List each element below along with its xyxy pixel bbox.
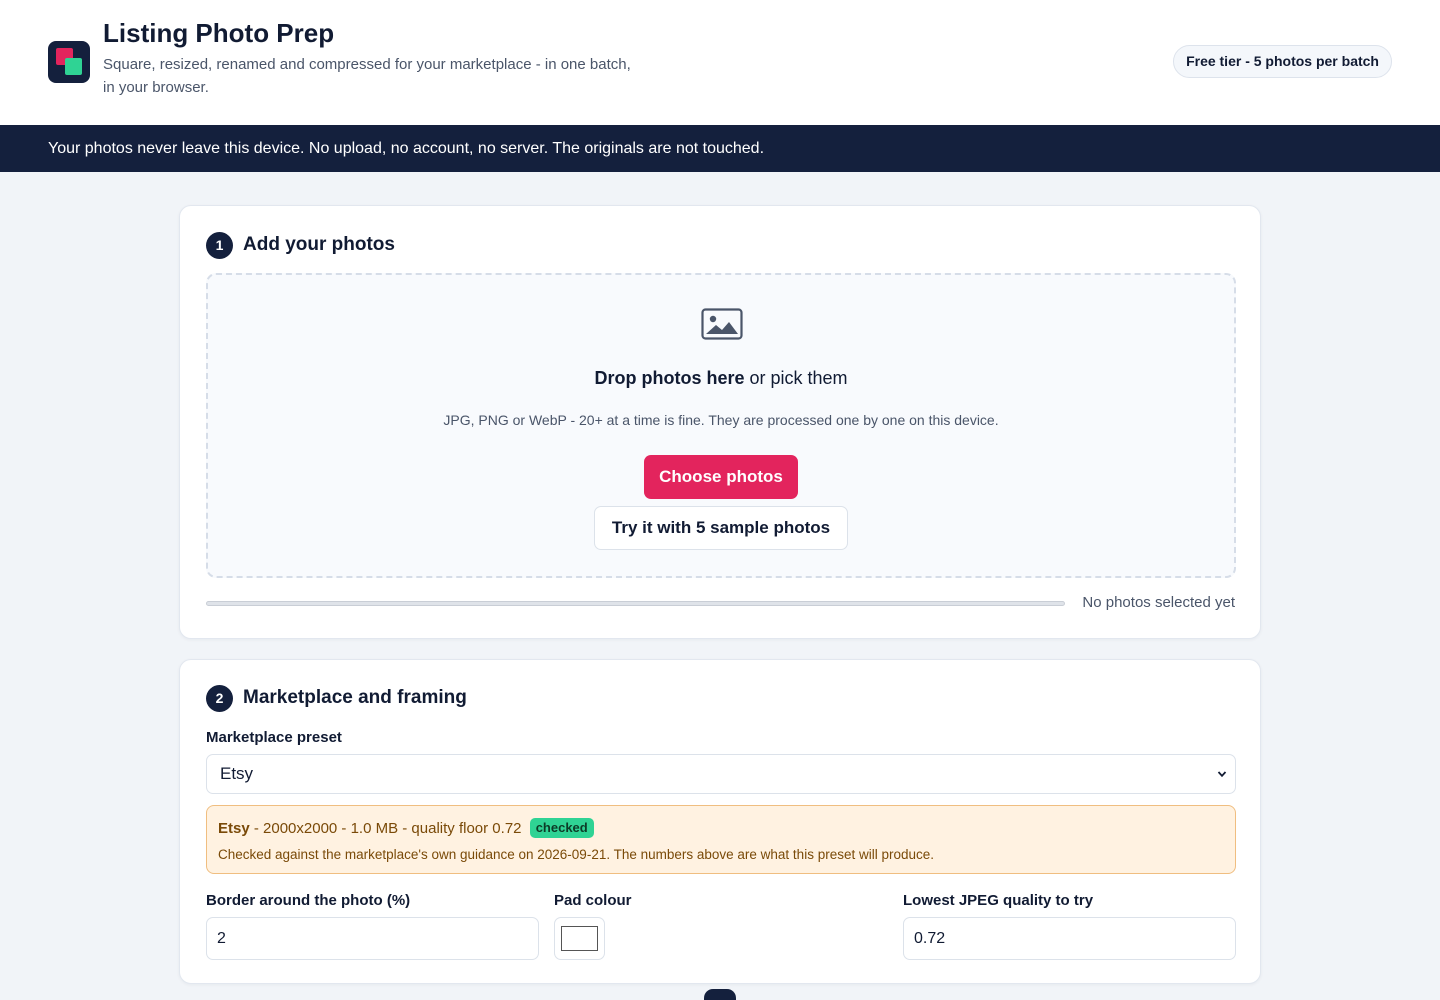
checked-badge: checked bbox=[529, 818, 594, 838]
sample-photos-button[interactable]: Try it with 5 sample photos bbox=[594, 506, 848, 550]
drop-instruction: Drop photos here or pick them bbox=[594, 368, 848, 388]
image-icon bbox=[701, 308, 743, 340]
pad-colour-picker[interactable] bbox=[554, 917, 605, 960]
tier-badge: Free tier - 5 photos per batch bbox=[1173, 45, 1392, 78]
pad-colour-label: Pad colour bbox=[554, 892, 632, 909]
app-subtitle: Square, resized, renamed and compressed … bbox=[103, 56, 631, 96]
app-title: Listing Photo Prep bbox=[103, 18, 335, 48]
progress-status: No photos selected yet bbox=[1082, 594, 1235, 611]
scroll-to-next-tab[interactable] bbox=[704, 989, 736, 1000]
preset-detail: Checked against the marketplace's own gu… bbox=[218, 847, 935, 862]
step-title-marketplace: Marketplace and framing bbox=[243, 687, 467, 708]
quality-input[interactable]: 0.72 bbox=[903, 917, 1236, 960]
preset-summary: Etsy - 2000x2000 - 1.0 MB - quality floo… bbox=[206, 805, 1236, 874]
quality-label: Lowest JPEG quality to try bbox=[903, 892, 1094, 909]
step-number-1: 1 bbox=[206, 232, 233, 259]
border-label: Border around the photo (%) bbox=[206, 892, 411, 909]
step-number-2: 2 bbox=[206, 685, 233, 712]
marketplace-card: 2 Marketplace and framing Marketplace pr… bbox=[179, 659, 1261, 984]
drop-hint: JPG, PNG or WebP - 20+ at a time is fine… bbox=[443, 412, 999, 428]
add-photos-card: 1 Add your photos Drop photos here or pi… bbox=[179, 205, 1261, 639]
preset-label: Marketplace preset bbox=[206, 729, 342, 746]
app-logo bbox=[48, 41, 90, 83]
app-header: Listing Photo Prep Square, resized, rena… bbox=[0, 0, 1440, 125]
marketplace-preset-select[interactable]: Etsy bbox=[206, 754, 1236, 794]
privacy-banner: Your photos never leave this device. No … bbox=[0, 125, 1440, 172]
chevron-down-icon bbox=[1217, 771, 1227, 778]
photo-dropzone[interactable]: Drop photos here or pick them JPG, PNG o… bbox=[206, 273, 1236, 578]
choose-photos-button[interactable]: Choose photos bbox=[644, 455, 798, 499]
preset-specs: Etsy - 2000x2000 - 1.0 MB - quality floo… bbox=[218, 818, 594, 838]
pad-colour-swatch bbox=[561, 926, 598, 951]
border-percent-input[interactable]: 2 bbox=[206, 917, 539, 960]
step-title-add-photos: Add your photos bbox=[243, 234, 395, 255]
batch-progress-bar bbox=[206, 601, 1065, 606]
